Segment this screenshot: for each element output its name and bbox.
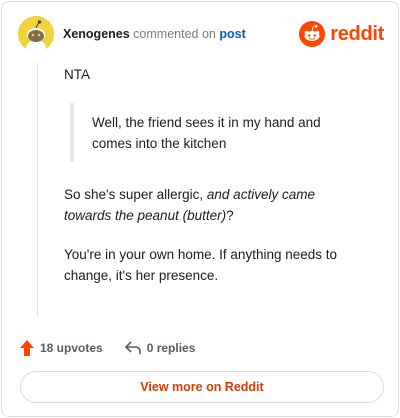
commented-on-label: commented on <box>133 27 216 41</box>
upvote-arrow-icon <box>20 340 34 356</box>
comment-paragraph-3: You're in your own home. If anything nee… <box>64 247 338 283</box>
reply-arrow-icon <box>124 341 141 354</box>
replies-stat[interactable]: 0 replies <box>124 341 196 355</box>
username-link[interactable]: Xenogenes <box>63 27 130 41</box>
upvotes-stat[interactable]: 18 upvotes <box>20 340 103 356</box>
replies-count: 0 replies <box>146 341 196 355</box>
paragraph-2-end: ? <box>226 208 234 223</box>
comment-verdict: NTA <box>64 67 90 82</box>
byline: Xenogenes commented on post <box>63 27 246 41</box>
quote-text: Well, the friend sees it in my hand and … <box>92 115 321 151</box>
comment-blockquote: Well, the friend sees it in my hand and … <box>70 103 364 162</box>
post-link[interactable]: post <box>219 27 245 41</box>
comment-body: NTA Well, the friend sees it in my hand … <box>64 64 364 304</box>
view-more-button[interactable]: View more on Reddit <box>20 371 384 403</box>
embedded-comment-card: Xenogenes commented on post reddit NTA W… <box>1 1 399 417</box>
comment-paragraph-2: So she's super allergic, and actively ca… <box>64 184 364 226</box>
thread-line <box>37 62 38 317</box>
snoo-avatar-icon[interactable] <box>18 16 54 52</box>
reddit-logo-icon <box>299 21 326 47</box>
paragraph-2-text: So she's super allergic, <box>64 187 207 202</box>
comment-header: Xenogenes commented on post reddit <box>18 16 384 54</box>
reddit-logo[interactable]: reddit <box>299 21 384 47</box>
upvotes-count: 18 upvotes <box>40 341 103 355</box>
view-more-label: View more on Reddit <box>140 380 264 394</box>
comment-footer: 18 upvotes 0 replies <box>20 338 195 358</box>
reddit-wordmark: reddit <box>330 22 384 45</box>
